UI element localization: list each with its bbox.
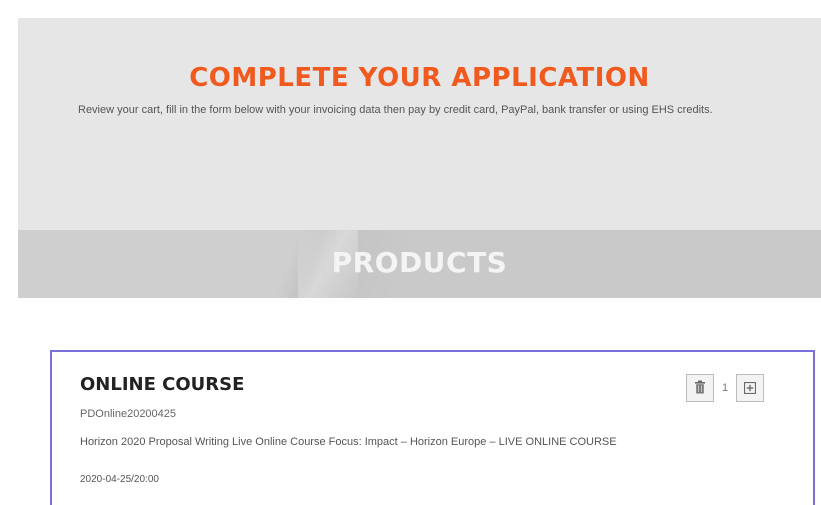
product-card: ONLINE COURSE PDOnline20200425 Horizon 2… [50, 350, 815, 505]
add-item-button[interactable] [736, 374, 764, 402]
page-description: Review your cart, fill in the form below… [78, 104, 713, 116]
quantity-control: 1 [686, 372, 764, 404]
product-code: PDOnline20200425 [80, 408, 177, 420]
plus-icon [743, 379, 757, 398]
trash-icon [694, 379, 706, 398]
product-date: 2020-04-25/20:00 [80, 474, 159, 485]
product-title: ONLINE COURSE [80, 374, 245, 395]
application-header: COMPLETE YOUR APPLICATION Review your ca… [18, 18, 821, 230]
page: COMPLETE YOUR APPLICATION Review your ca… [0, 0, 821, 505]
page-title: COMPLETE YOUR APPLICATION [189, 63, 650, 93]
quantity-value: 1 [721, 382, 729, 394]
remove-item-button[interactable] [686, 374, 714, 402]
product-description: Horizon 2020 Proposal Writing Live Onlin… [80, 436, 617, 448]
products-section-header: PRODUCTS [18, 230, 821, 298]
products-title: PRODUCTS [331, 246, 508, 279]
